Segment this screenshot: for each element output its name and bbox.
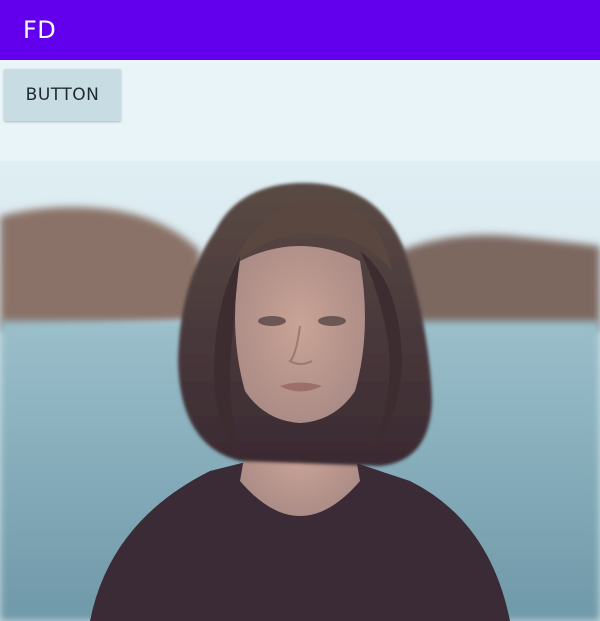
content-area: BUTTON bbox=[0, 60, 600, 621]
app-title: FD bbox=[23, 16, 57, 44]
portrait-photo bbox=[0, 161, 600, 621]
main-button[interactable]: BUTTON bbox=[4, 69, 121, 121]
app-bar: FD bbox=[0, 0, 600, 60]
